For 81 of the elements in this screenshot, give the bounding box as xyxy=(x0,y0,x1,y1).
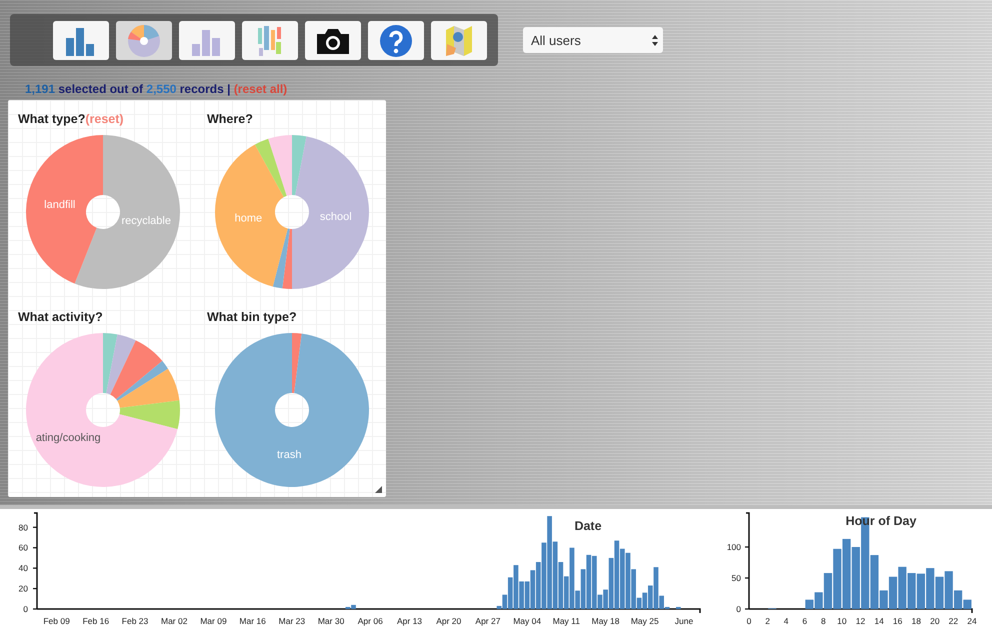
selection-status: 1,191 selected out of 2,550 records | (reset all) xyxy=(25,82,288,97)
pie-slice[interactable] xyxy=(110,340,162,400)
axis-tick-label: 0 xyxy=(746,616,752,626)
pie-slice[interactable] xyxy=(292,136,369,289)
help-icon xyxy=(379,24,413,58)
reset-link[interactable]: (reset) xyxy=(85,112,124,126)
axis-tick-label: Mar 16 xyxy=(239,616,266,626)
pie-slice[interactable] xyxy=(268,135,292,196)
axis-tick-label: 4 xyxy=(784,616,789,626)
y-axis-ticks xyxy=(745,546,749,610)
pie-slice[interactable] xyxy=(117,368,180,408)
axis-tick-label: 50 xyxy=(732,573,741,583)
pie-slice[interactable] xyxy=(215,333,369,487)
slice-label: school xyxy=(320,211,352,224)
slice-label: recyclable xyxy=(121,215,171,228)
bar[interactable] xyxy=(648,586,653,609)
axis-tick-label: May 18 xyxy=(592,616,620,626)
axis-tick-label: 100 xyxy=(726,542,741,552)
pie-slice[interactable] xyxy=(26,333,178,487)
axis-tick-label: 40 xyxy=(18,563,28,574)
camera-icon xyxy=(315,26,351,54)
pie-slice[interactable] xyxy=(119,400,180,430)
chart-title: What bin type? xyxy=(207,310,298,326)
axis-tick-label: Apr 06 xyxy=(358,616,383,626)
axis-tick-label: 2 xyxy=(765,616,770,626)
pie-slice[interactable] xyxy=(215,144,288,287)
spinner-arrows-icon xyxy=(652,34,658,46)
axis-tick-label: June xyxy=(674,616,694,626)
bar[interactable] xyxy=(664,606,670,609)
axis-tick-label: 10 xyxy=(837,616,847,626)
axis-tick-label: 20 xyxy=(930,616,940,626)
axis-tick-label: Feb 16 xyxy=(82,616,110,626)
pie-slice[interactable] xyxy=(26,135,103,284)
chart-title: Date xyxy=(574,519,602,533)
axis-tick-label: Mar 30 xyxy=(318,616,344,626)
axis-tick-label: 22 xyxy=(948,616,958,626)
pie-slice[interactable] xyxy=(74,135,180,289)
axis-tick-label: 12 xyxy=(856,616,866,626)
axis-tick-label: Feb 23 xyxy=(122,616,148,626)
axis-tick-label: 80 xyxy=(18,522,28,532)
user-select[interactable]: All users xyxy=(523,27,663,53)
pie-slice[interactable] xyxy=(254,138,287,198)
axis-tick-label: May 25 xyxy=(630,616,659,626)
slice-label: trash xyxy=(277,448,302,461)
axis-tick-label: Apr 13 xyxy=(397,616,422,626)
axis-tick-label: May 11 xyxy=(552,616,580,626)
toolbar-button[interactable] xyxy=(305,21,361,60)
axis-tick-label: Mar 23 xyxy=(278,616,306,626)
axis-tick-label: 18 xyxy=(912,616,921,626)
chart-title: What activity? xyxy=(18,310,104,326)
axis-tick-label: Mar 02 xyxy=(161,616,188,626)
slice-label: ating/cooking xyxy=(36,432,101,444)
bar[interactable] xyxy=(496,606,502,609)
resize-handle-icon[interactable] xyxy=(375,486,382,493)
axis-tick-label: Apr 27 xyxy=(475,616,500,626)
pie-slice[interactable] xyxy=(282,228,292,289)
axis-tick-label: 60 xyxy=(18,542,28,553)
chart-title: What type?(reset) xyxy=(18,112,125,128)
pie-slice[interactable] xyxy=(272,228,290,288)
axis-tick-label: 20 xyxy=(18,584,28,594)
axis-tick-label: Apr 20 xyxy=(436,616,462,626)
axis-tick-label: 6 xyxy=(802,616,808,626)
pie-slice[interactable] xyxy=(106,334,136,395)
slice-label: home xyxy=(234,212,262,225)
pie-slice[interactable] xyxy=(116,360,168,401)
pie-slice[interactable] xyxy=(103,333,118,394)
axis-tick-label: 16 xyxy=(892,616,902,626)
axis-tick-label: Feb 09 xyxy=(43,616,70,626)
axis-tick-label: May 04 xyxy=(513,616,542,626)
pie-slice[interactable] xyxy=(292,333,302,394)
axis-tick-label: Mar 09 xyxy=(200,616,227,626)
map-icon xyxy=(444,24,474,58)
axis-tick-label: 14 xyxy=(874,616,884,626)
chart-title: Where? xyxy=(207,112,254,128)
axis-tick-label: 0 xyxy=(736,604,741,614)
axis-tick-label: 24 xyxy=(967,616,977,626)
axis-tick-label: 0 xyxy=(23,604,28,614)
pie-chart-icon xyxy=(127,24,161,58)
reset-all-link[interactable]: (reset all) xyxy=(234,82,288,96)
axis-tick-label: 8 xyxy=(820,616,826,626)
slice-label: landfill xyxy=(44,198,76,211)
